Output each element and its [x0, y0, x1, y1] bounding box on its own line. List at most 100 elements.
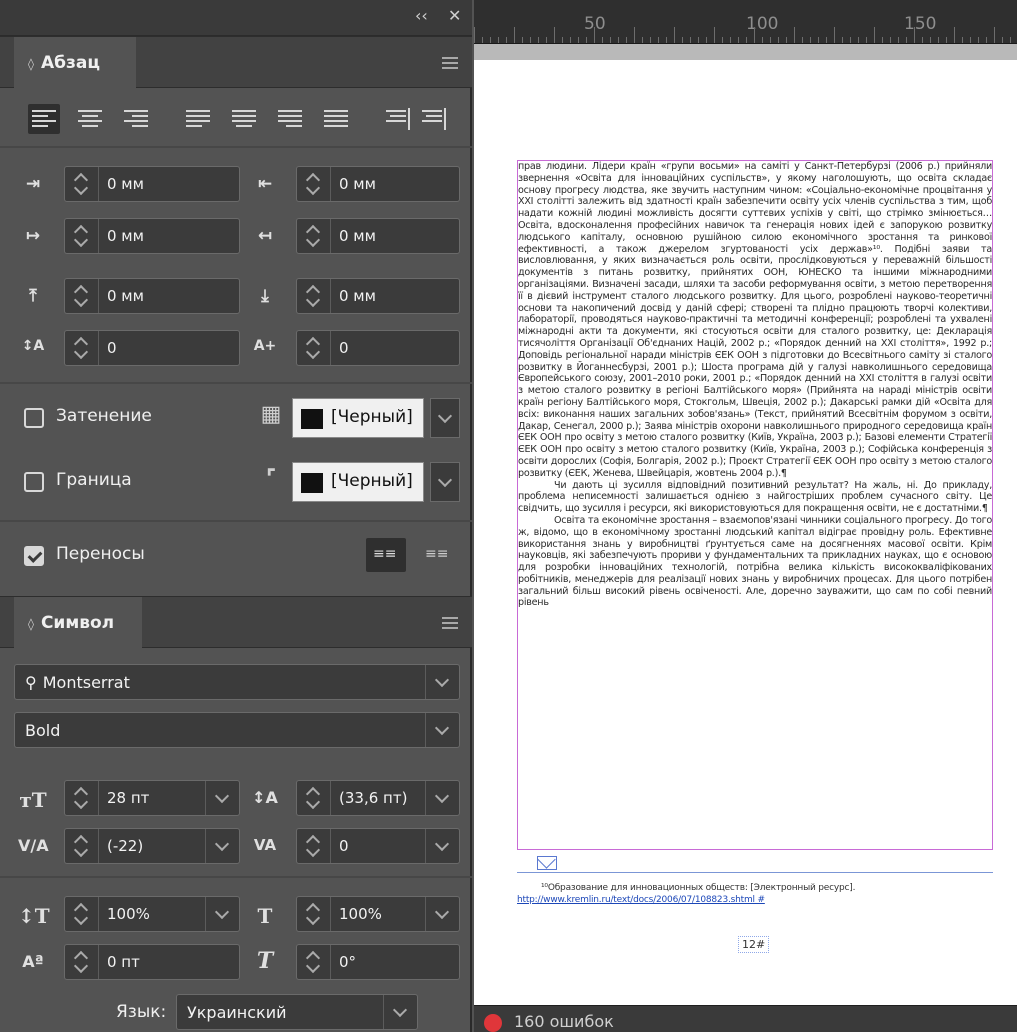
first-line-indent-icon: ↦ [25, 226, 41, 246]
drop-cap-lines-stepper[interactable] [65, 331, 99, 365]
overset-text-icon[interactable] [537, 856, 557, 870]
kerning-dropdown[interactable] [205, 829, 239, 863]
font-style-dropdown[interactable] [425, 713, 459, 747]
divider [0, 520, 472, 522]
space-after-stepper[interactable] [297, 279, 331, 313]
divider [0, 876, 472, 878]
skew-field[interactable]: 0° [296, 944, 460, 980]
horizontal-scale-dropdown[interactable] [425, 897, 459, 931]
right-indent-field[interactable]: 0 мм [296, 166, 460, 202]
text-frame[interactable]: прав людини. Лідери країн «групи восьми»… [517, 160, 993, 850]
drop-cap-chars-stepper[interactable] [297, 331, 331, 365]
close-panel-button[interactable]: ✕ [448, 6, 461, 25]
shading-color-select[interactable]: [Черный] [292, 398, 424, 438]
preflight-errors[interactable]: 160 ошибок [514, 1012, 614, 1031]
horizontal-scale-field[interactable]: 100% [296, 896, 460, 932]
properties-panel: ‹‹ ✕ ◊ Абзац ⇥ 0 мм ⇤ 0 мм ↦ 0 мм ↤ 0 мм … [0, 0, 472, 1032]
kerning-field[interactable]: (-22) [64, 828, 240, 864]
ruler-tick [538, 37, 539, 43]
skew-stepper[interactable] [297, 945, 331, 979]
first-line-indent-field[interactable]: 0 мм [64, 218, 240, 254]
baseline-shift-stepper[interactable] [65, 945, 99, 979]
drop-cap-chars-field[interactable]: 0 [296, 330, 460, 366]
last-line-indent-stepper[interactable] [297, 219, 331, 253]
font-size-dropdown[interactable] [205, 781, 239, 815]
ruler-tick [482, 37, 483, 43]
tab-character[interactable]: ◊ Символ [14, 597, 142, 649]
font-style-select[interactable]: Bold [14, 712, 460, 748]
align-towards-spine-button[interactable] [382, 104, 414, 134]
align-left-button[interactable] [28, 104, 60, 134]
align-center-button[interactable] [74, 104, 106, 134]
language-dropdown[interactable] [383, 995, 417, 1029]
border-checkbox[interactable] [24, 472, 44, 492]
tab-paragraph[interactable]: ◊ Абзац [14, 37, 136, 89]
leading-field[interactable]: (33,6 пт) [296, 780, 460, 816]
ruler-tick [490, 37, 491, 43]
vertical-scale-dropdown[interactable] [205, 897, 239, 931]
ruler-tick [898, 37, 899, 43]
ruler-tick [610, 37, 611, 43]
vertical-scale-field[interactable]: 100% [64, 896, 240, 932]
align-away-from-spine-button[interactable] [418, 104, 450, 134]
do-not-align-to-grid-button[interactable]: ≡≡ [418, 538, 458, 572]
divider [0, 146, 472, 148]
ruler-tick [514, 27, 515, 43]
left-indent-field[interactable]: 0 мм [64, 166, 240, 202]
baseline-shift-field[interactable]: 0 пт [64, 944, 240, 980]
page-number: 12# [738, 936, 770, 953]
border-settings-icon[interactable]: ⌜ [256, 466, 286, 491]
shading-color-dropdown[interactable] [430, 398, 460, 438]
body-paragraph: Освіта та економічне зростання – взаємоп… [518, 514, 992, 609]
footnote-link[interactable]: http://www.kremlin.ru/text/docs/2006/07/… [517, 895, 765, 905]
border-color-dropdown[interactable] [430, 462, 460, 502]
justify-center-button[interactable] [228, 104, 260, 134]
shading-settings-icon[interactable]: ▦ [256, 402, 286, 427]
vertical-scale-icon: ↕T [18, 904, 50, 928]
ruler-tick [578, 37, 579, 43]
last-line-indent-icon: ↤ [257, 226, 273, 246]
balance-ragged-lines-button[interactable]: ≡≡ [366, 538, 406, 572]
ruler-tick [674, 27, 675, 43]
hyphenate-checkbox[interactable] [24, 546, 44, 566]
ruler-tick [858, 37, 859, 43]
justify-all-button[interactable] [320, 104, 352, 134]
space-after-field[interactable]: 0 мм [296, 278, 460, 314]
space-before-stepper[interactable] [65, 279, 99, 313]
ruler-mark: 150 [904, 14, 937, 34]
font-family-dropdown[interactable] [425, 665, 459, 699]
last-line-indent-field[interactable]: 0 мм [296, 218, 460, 254]
leading-stepper[interactable] [297, 781, 331, 815]
panel-menu-icon[interactable] [442, 617, 458, 629]
kerning-stepper[interactable] [65, 829, 99, 863]
skew-icon: T [256, 948, 274, 974]
leading-dropdown[interactable] [425, 781, 459, 815]
ruler-tick [714, 27, 715, 43]
align-right-button[interactable] [120, 104, 152, 134]
border-color-select[interactable]: [Черный] [292, 462, 424, 502]
ruler-tick [554, 27, 555, 43]
ruler-tick [810, 37, 811, 43]
space-before-field[interactable]: 0 мм [64, 278, 240, 314]
expand-chevron-icon: ◊ [28, 617, 34, 631]
left-indent-stepper[interactable] [65, 167, 99, 201]
ruler-tick [1002, 37, 1003, 43]
drop-cap-lines-field[interactable]: 0 [64, 330, 240, 366]
font-size-stepper[interactable] [65, 781, 99, 815]
right-indent-stepper[interactable] [297, 167, 331, 201]
shading-checkbox[interactable] [24, 408, 44, 428]
panel-menu-icon[interactable] [442, 57, 458, 69]
first-line-indent-stepper[interactable] [65, 219, 99, 253]
vertical-scale-stepper[interactable] [65, 897, 99, 931]
justify-left-button[interactable] [182, 104, 214, 134]
justify-right-button[interactable] [274, 104, 306, 134]
tracking-dropdown[interactable] [425, 829, 459, 863]
horizontal-ruler[interactable]: 50 100 150 [474, 0, 1017, 44]
tracking-field[interactable]: 0 [296, 828, 460, 864]
collapse-panel-button[interactable]: ‹‹ [415, 6, 428, 25]
horizontal-scale-stepper[interactable] [297, 897, 331, 931]
tracking-stepper[interactable] [297, 829, 331, 863]
font-family-select[interactable]: ⚲ Montserrat [14, 664, 460, 700]
font-size-field[interactable]: 28 пт [64, 780, 240, 816]
language-select[interactable]: Украинский [176, 994, 418, 1030]
